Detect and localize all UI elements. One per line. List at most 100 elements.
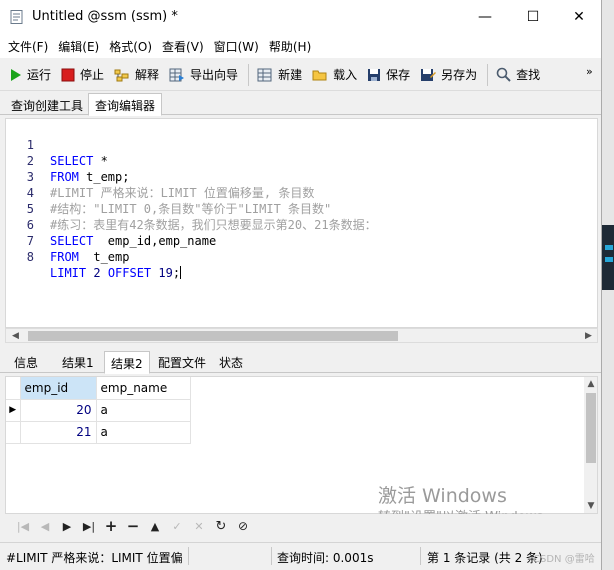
status-bar: #LIMIT 严格来说：LIMIT 位置偏 查询时间: 0.001s 第 1 条… — [0, 542, 601, 570]
status-current-query: #LIMIT 严格来说：LIMIT 位置偏 — [6, 551, 183, 565]
tab-query-builder[interactable]: 查询创建工具 — [4, 93, 90, 115]
tab-status[interactable]: 状态 — [213, 351, 249, 372]
cancel-changes-icon[interactable]: ✕ — [188, 516, 210, 536]
find-label: 查找 — [516, 68, 541, 82]
title-bar[interactable]: Untitled @ssm (ssm) * — ☐ ✕ — [0, 0, 601, 34]
load-button[interactable]: 载入 — [308, 63, 361, 87]
menu-format[interactable]: 格式(O) — [104, 38, 157, 55]
status-separator — [188, 547, 189, 565]
sql-keyword: FROM — [50, 250, 79, 264]
row-marker — [6, 421, 21, 444]
scrollbar-thumb[interactable] — [28, 331, 398, 341]
explain-icon — [114, 69, 129, 81]
menu-view[interactable]: 查看(V) — [157, 38, 209, 55]
new-button[interactable]: 新建 — [253, 63, 306, 87]
save-as-button[interactable]: 另存为 — [416, 63, 481, 87]
last-record-icon[interactable]: ▶| — [78, 516, 100, 536]
previous-record-icon[interactable]: ◀ — [34, 516, 56, 536]
sql-keyword: LIMIT — [50, 266, 87, 280]
close-button[interactable]: ✕ — [556, 0, 601, 34]
menu-edit[interactable]: 编辑(E) — [53, 38, 104, 55]
cell-emp-id[interactable]: 21 — [20, 421, 97, 444]
code-line: 8 LIMIT 2 OFFSET 19; — [6, 233, 586, 280]
export-wizard-label: 导出向导 — [190, 68, 239, 82]
stop-icon — [61, 68, 75, 81]
sql-editor[interactable]: 1 SELECT * 2 FROM t_emp; 3 #LIMIT 严格来说：L… — [5, 118, 598, 328]
delete-record-icon[interactable]: − — [122, 516, 144, 536]
scroll-up-icon[interactable]: ▲ — [584, 377, 597, 391]
save-button[interactable]: 保存 — [363, 63, 414, 87]
export-wizard-button[interactable]: 导出向导 — [165, 63, 242, 87]
cell-emp-name[interactable]: a — [96, 421, 191, 444]
save-label: 保存 — [386, 68, 411, 82]
cell-emp-name[interactable]: a — [96, 399, 191, 422]
status-separator — [271, 547, 272, 565]
cell-emp-id[interactable]: 20 — [20, 399, 97, 422]
new-query-icon — [257, 68, 272, 81]
next-record-icon[interactable]: ▶ — [56, 516, 78, 536]
apply-changes-icon[interactable]: ▲ — [144, 516, 166, 536]
background-window-fragment — [602, 225, 614, 290]
code-line: 1 SELECT * — [6, 121, 586, 168]
maximize-button[interactable]: ☐ — [510, 0, 556, 34]
find-button[interactable]: 查找 — [492, 63, 544, 87]
table-row[interactable]: 21 a — [6, 421, 191, 444]
text-caret — [180, 266, 182, 279]
code-line: 6 SELECT emp_id,emp_name — [6, 201, 586, 248]
menu-file[interactable]: 文件(F) — [3, 38, 53, 55]
explain-label: 解释 — [135, 68, 160, 82]
add-record-icon[interactable]: + — [100, 516, 122, 536]
row-marker-header — [6, 377, 21, 400]
column-header-emp-name[interactable]: emp_name — [96, 377, 191, 400]
search-icon — [496, 67, 511, 82]
editor-horizontal-scrollbar[interactable]: ◀ ▶ — [5, 328, 598, 343]
menu-help[interactable]: 帮助(H) — [264, 38, 316, 55]
current-row-arrow-icon: ▶ — [6, 399, 21, 422]
tab-profile[interactable]: 配置文件 — [152, 351, 212, 372]
tab-result-2[interactable]: 结果2 — [104, 351, 150, 374]
sql-number: 19 — [151, 266, 173, 280]
discard-changes-icon[interactable]: ✓ — [166, 516, 188, 536]
status-record-count: 第 1 条记录 (共 2 条) — [427, 551, 543, 565]
scroll-down-icon[interactable]: ▼ — [584, 499, 597, 513]
query-window: Untitled @ssm (ssm) * — ☐ ✕ 文件(F) 编辑(E) … — [0, 0, 602, 570]
minimize-button[interactable]: — — [462, 0, 508, 34]
stop-loading-icon[interactable]: ⊘ — [232, 516, 254, 536]
sql-keyword: OFFSET — [107, 266, 152, 280]
toolbar-overflow-chevron[interactable]: » — [586, 65, 593, 78]
tab-query-editor[interactable]: 查询编辑器 — [88, 93, 163, 116]
status-separator — [420, 547, 421, 565]
new-label: 新建 — [278, 68, 303, 82]
run-icon — [11, 68, 21, 81]
menu-bar: 文件(F) 编辑(E) 格式(O) 查看(V) 窗口(W) 帮助(H) — [0, 34, 601, 58]
save-as-icon — [421, 68, 437, 81]
column-header-emp-id[interactable]: emp_id — [20, 377, 97, 400]
sql-text: t_emp — [78, 250, 130, 264]
refresh-icon[interactable]: ↻ — [210, 516, 232, 536]
result-grid: emp_id emp_name ▶ 20 a 21 a ▲ ▼ — [5, 376, 598, 514]
sql-number: 2 — [86, 266, 108, 280]
run-button[interactable]: 运行 — [6, 63, 55, 87]
query-document-icon — [10, 10, 23, 24]
save-as-label: 另存为 — [441, 68, 478, 82]
tab-info[interactable]: 信息 — [8, 351, 44, 372]
scroll-left-icon[interactable]: ◀ — [8, 329, 23, 342]
stop-button[interactable]: 停止 — [57, 63, 108, 87]
result-tab-strip: 信息 结果1 结果2 配置文件 状态 — [0, 349, 601, 374]
status-query-time: 查询时间: 0.001s — [277, 551, 374, 565]
grid-vertical-scrollbar[interactable]: ▲ ▼ — [584, 377, 597, 513]
table-row[interactable]: ▶ 20 a — [6, 399, 191, 422]
toolbar-separator — [487, 63, 489, 86]
stop-label: 停止 — [80, 68, 105, 82]
load-label: 载入 — [333, 68, 358, 82]
explain-button[interactable]: 解释 — [110, 63, 163, 87]
first-record-icon[interactable]: |◀ — [12, 516, 34, 536]
tab-result-1[interactable]: 结果1 — [56, 351, 100, 372]
scroll-right-icon[interactable]: ▶ — [581, 329, 596, 342]
table-header-row: emp_id emp_name — [6, 377, 191, 400]
menu-window[interactable]: 窗口(W) — [209, 38, 264, 55]
scrollbar-thumb[interactable] — [586, 393, 596, 463]
sql-text: ; — [172, 266, 181, 280]
status-credit: CSDN @雷哈 — [533, 554, 595, 565]
background-desktop-strip — [602, 0, 614, 570]
